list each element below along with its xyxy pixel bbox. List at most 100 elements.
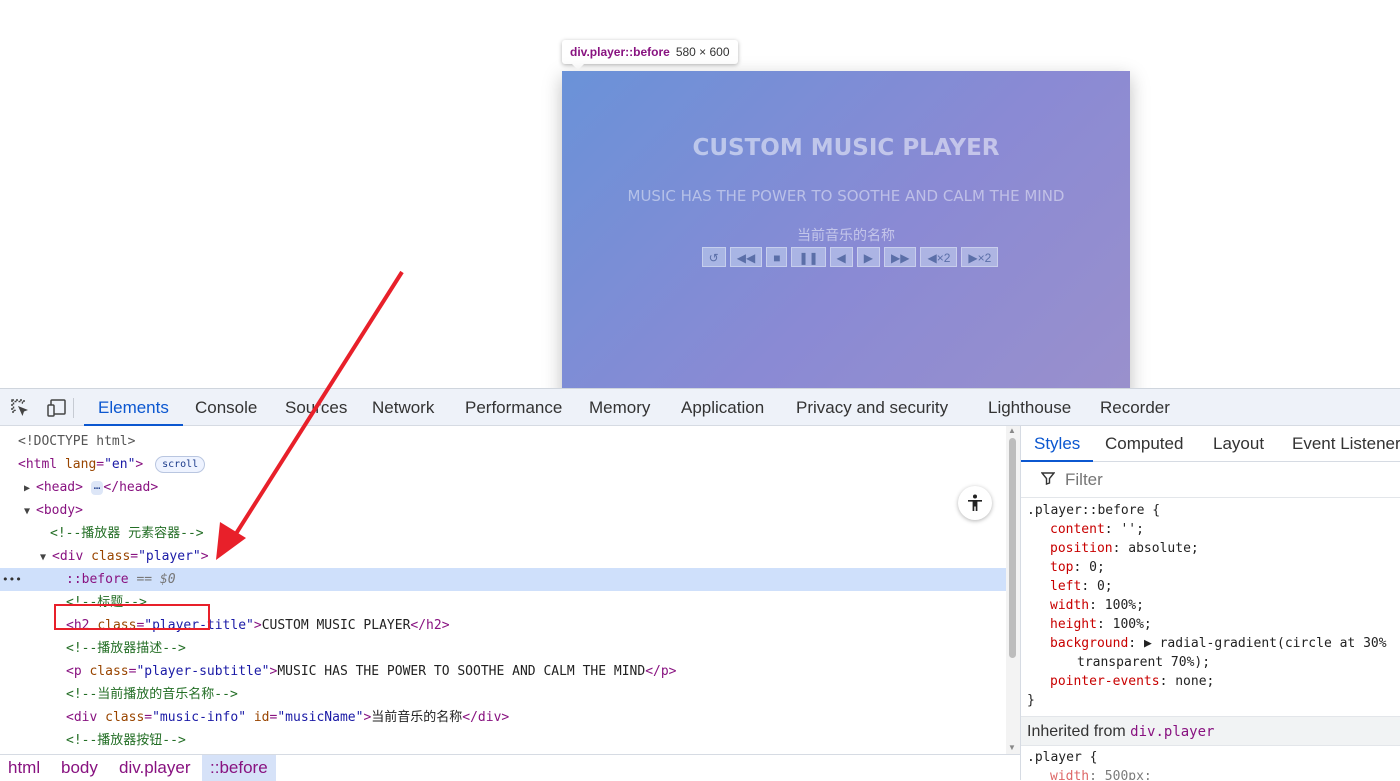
p-text: MUSIC HAS THE POWER TO SOOTHE AND CALM T… <box>277 664 646 679</box>
rule-close: } <box>1027 693 1035 708</box>
collapsed-content-button[interactable]: … <box>90 480 104 495</box>
breadcrumb-body[interactable]: body <box>61 755 98 781</box>
player-subtitle: MUSIC HAS THE POWER TO SOOTHE AND CALM T… <box>627 187 1065 205</box>
scrollbar-thumb[interactable] <box>1009 438 1016 658</box>
tab-layout[interactable]: Layout <box>1213 426 1264 462</box>
repeat-button[interactable]: ↺ <box>701 247 726 267</box>
dom-node-head[interactable]: ▶ <head> … </head> <box>0 476 1006 499</box>
rule-selector[interactable]: .player::before { <box>1027 501 1160 520</box>
tab-console[interactable]: Console <box>195 389 257 426</box>
comment-text: <!--播放器按钮--> <box>66 733 186 748</box>
tab-memory[interactable]: Memory <box>589 389 650 426</box>
html-tag-close: > <box>135 457 144 472</box>
css-value: ▶ radial-gradient(circle at 30% <box>1143 636 1387 651</box>
expand-triangle-icon[interactable]: ▶ <box>24 477 36 500</box>
console-ref: == $0 <box>136 572 176 587</box>
dom-node-before-selected[interactable]: ••• ::before == $0 <box>0 568 1006 591</box>
elements-scrollbar[interactable]: ▲ ▼ <box>1006 426 1020 754</box>
scroll-up-icon[interactable]: ▲ <box>1008 426 1016 435</box>
scroll-down-icon[interactable]: ▼ <box>1008 743 1016 752</box>
accessibility-icon[interactable] <box>958 486 992 520</box>
fast-forward-button[interactable]: ▶▶ <box>884 247 917 267</box>
div-attr-name: id <box>253 710 270 725</box>
comment-text: <!--播放器 元素容器--> <box>50 526 204 541</box>
tooltip-selector: div.player::before <box>570 45 670 59</box>
player-controls: ↺ ◀◀ ■ ❚❚ ◀ ▶ ▶▶ ◀×2 ▶×2 <box>562 247 1130 267</box>
page-viewport: div.player::before 580 × 600 CUSTOM MUSIC… <box>0 0 1400 388</box>
filter-icon <box>1040 471 1056 489</box>
breadcrumb-html[interactable]: html <box>8 755 40 781</box>
tab-privacy-security[interactable]: Privacy and security <box>796 389 948 426</box>
play-button[interactable]: ▶ <box>856 247 881 267</box>
tab-recorder[interactable]: Recorder <box>1100 389 1170 426</box>
div-attr-value: "musicName" <box>277 710 364 725</box>
highlight-box <box>54 604 210 630</box>
device-toolbar-icon[interactable] <box>46 397 68 419</box>
filter-input[interactable] <box>1065 468 1385 492</box>
css-declaration[interactable]: width: 500px; <box>1050 767 1152 780</box>
styles-filter <box>1021 462 1400 498</box>
pause-button[interactable]: ❚❚ <box>791 247 826 267</box>
div-tag-close: </div> <box>462 710 510 725</box>
dom-node-html[interactable]: <html lang="en"> scroll <box>0 453 1006 476</box>
div-attr-value: "music-info" <box>152 710 247 725</box>
tab-performance[interactable]: Performance <box>465 389 562 426</box>
div-tag: <div <box>52 549 84 564</box>
tab-sources[interactable]: Sources <box>285 389 347 426</box>
collapse-triangle-icon[interactable]: ▼ <box>24 500 36 523</box>
css-declaration[interactable]: left: 0; <box>1050 577 1113 596</box>
css-value: 0; <box>1089 560 1105 575</box>
scroll-badge[interactable]: scroll <box>155 456 206 473</box>
inherited-from-link[interactable]: div.player <box>1130 724 1214 740</box>
css-value: absolute; <box>1128 541 1199 556</box>
dom-node-music-info[interactable]: <div class="music-info" id="musicName">当… <box>0 706 1006 729</box>
pseudo-element: ::before <box>66 572 129 587</box>
inspect-element-icon[interactable] <box>9 397 31 419</box>
rewind-button[interactable]: ◀◀ <box>729 247 763 267</box>
previous-button[interactable]: ◀ <box>829 247 853 267</box>
comment-text: <!--播放器描述--> <box>66 641 186 656</box>
dom-node-comment[interactable]: <!--播放器按钮--> <box>0 729 1006 752</box>
div-tag: <div <box>66 710 98 725</box>
player-title: CUSTOM MUSIC PLAYER <box>692 135 1000 161</box>
tab-styles[interactable]: Styles <box>1021 426 1094 462</box>
breadcrumb-before[interactable]: ::before <box>202 755 276 781</box>
h2-tag-close: </h2> <box>410 618 450 633</box>
dom-node-div-player[interactable]: ▼ <div class="player"> <box>0 545 1006 568</box>
css-property: top <box>1050 560 1074 575</box>
tab-event-listeners[interactable]: Event Listeners <box>1292 426 1400 462</box>
speed-up-button[interactable]: ▶×2 <box>961 247 999 267</box>
devtools-tabbar: Elements Console Sources Network Perform… <box>0 389 1400 426</box>
dom-node-comment[interactable]: <!--播放器 元素容器--> <box>0 522 1006 545</box>
css-property: content <box>1050 522 1105 537</box>
element-tooltip: div.player::before 580 × 600 <box>562 40 738 70</box>
inherited-label: Inherited from <box>1027 723 1126 740</box>
css-declaration[interactable]: position: absolute; <box>1050 539 1199 558</box>
dom-node-body[interactable]: ▼ <body> <box>0 499 1006 522</box>
dom-node-comment[interactable]: <!--当前播放的音乐名称--> <box>0 683 1006 706</box>
css-declaration[interactable]: background: ▶ radial-gradient(circle at … <box>1050 634 1387 653</box>
doctype-text: <!DOCTYPE html> <box>18 434 136 449</box>
breadcrumb-div-player[interactable]: div.player <box>119 755 191 781</box>
tab-elements[interactable]: Elements <box>84 389 183 426</box>
css-declaration[interactable]: width: 100%; <box>1050 596 1144 615</box>
css-declaration[interactable]: top: 0; <box>1050 558 1105 577</box>
css-declaration[interactable]: content: ''; <box>1050 520 1144 539</box>
dom-node-p[interactable]: <p class="player-subtitle">MUSIC HAS THE… <box>0 660 1006 683</box>
tab-lighthouse[interactable]: Lighthouse <box>988 389 1071 426</box>
css-declaration[interactable]: height: 100%; <box>1050 615 1152 634</box>
dom-node-doctype[interactable]: <!DOCTYPE html> <box>0 430 1006 453</box>
tab-network[interactable]: Network <box>372 389 434 426</box>
collapse-triangle-icon[interactable]: ▼ <box>40 546 52 569</box>
stop-button[interactable]: ■ <box>766 247 788 267</box>
tab-application[interactable]: Application <box>681 389 764 426</box>
rule-selector[interactable]: .player { <box>1027 748 1097 767</box>
p-attr-name: class <box>89 664 129 679</box>
dom-node-comment[interactable]: <!--播放器描述--> <box>0 637 1006 660</box>
row-menu-icon[interactable]: ••• <box>2 568 22 591</box>
slow-down-button[interactable]: ◀×2 <box>920 247 958 267</box>
css-value: none; <box>1175 674 1215 689</box>
css-declaration[interactable]: pointer-events: none; <box>1050 672 1214 691</box>
tab-computed[interactable]: Computed <box>1105 426 1183 462</box>
inherited-header: Inherited from div.player <box>1021 716 1400 746</box>
